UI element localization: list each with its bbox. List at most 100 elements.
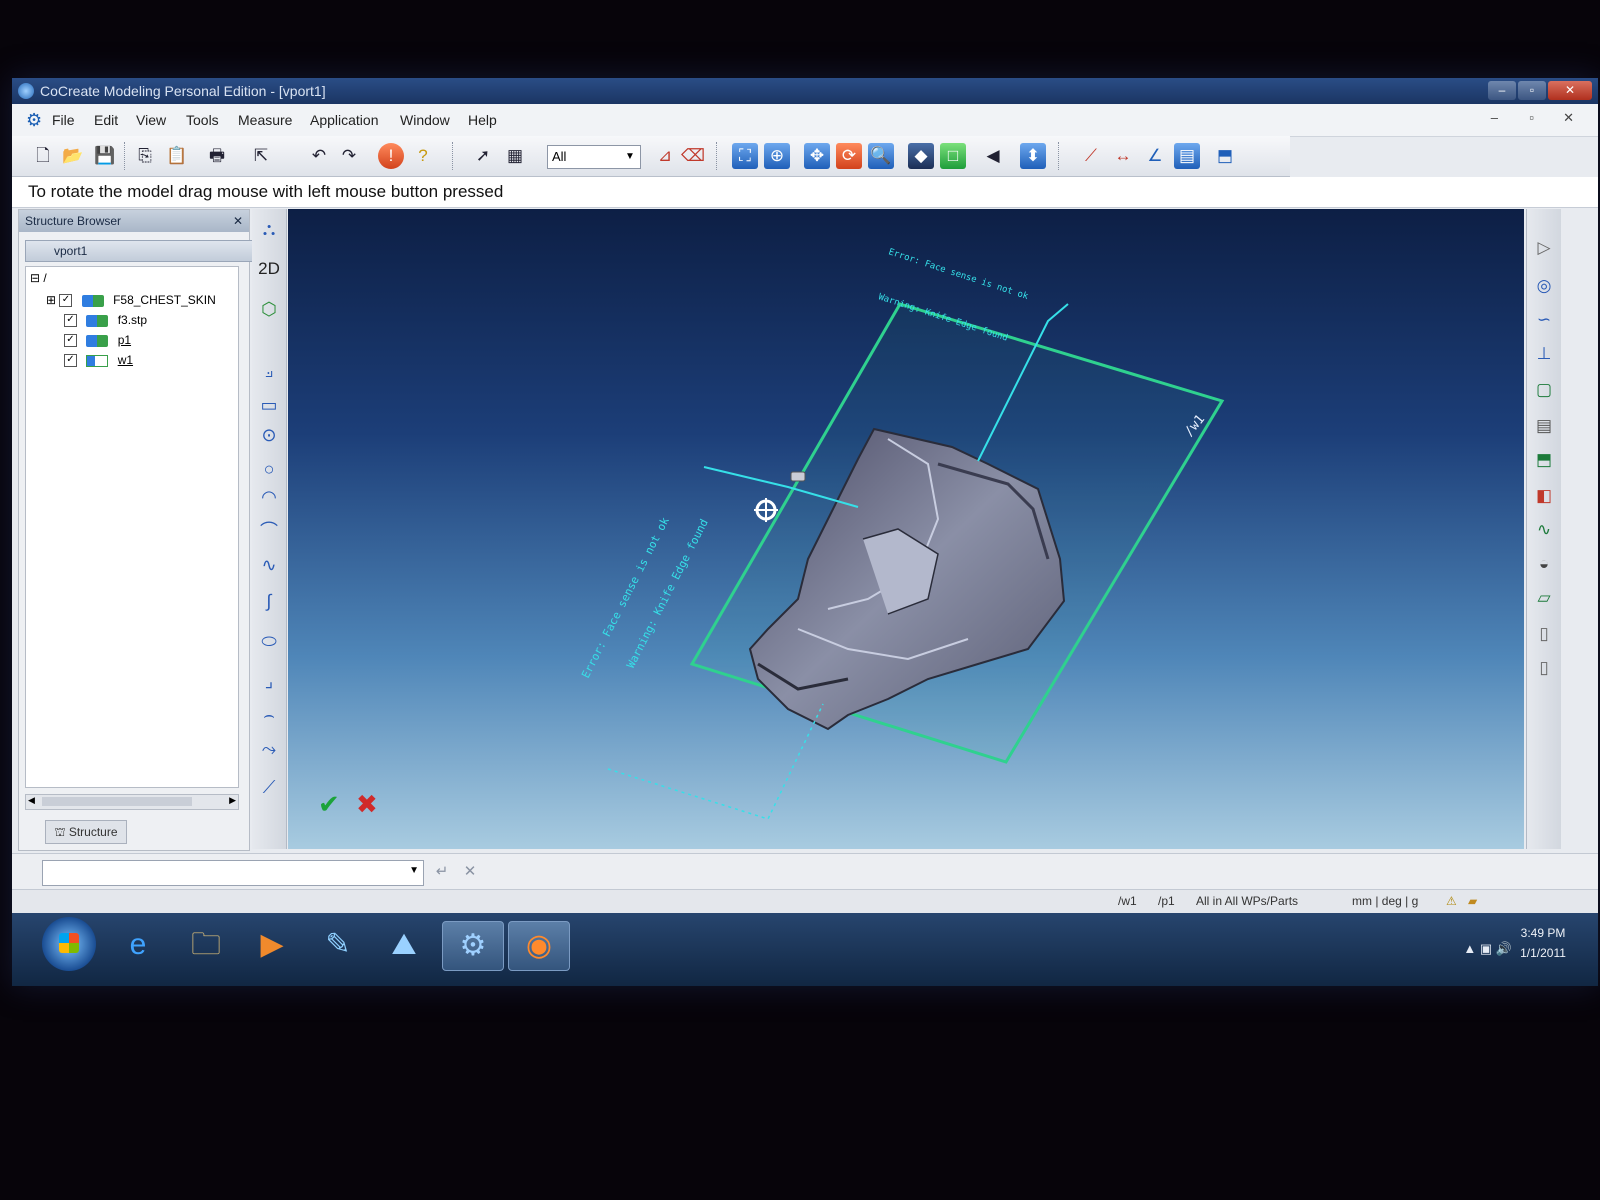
menu-file[interactable]: File: [52, 112, 75, 128]
drawing-icon[interactable]: ▯: [1533, 657, 1555, 679]
undo-icon[interactable]: ↶: [306, 143, 332, 169]
fit-view-icon[interactable]: ⛶: [732, 143, 758, 169]
bspline-icon[interactable]: ∫: [257, 589, 281, 613]
axis-icon[interactable]: ⊥: [1533, 343, 1555, 365]
scroll-left-icon[interactable]: ◀: [28, 795, 35, 806]
visibility-checkbox[interactable]: ✓: [64, 334, 77, 348]
cocreate-taskbar-icon[interactable]: ⛰: [374, 921, 434, 969]
cancel-x-icon[interactable]: ✖: [356, 789, 378, 820]
select-filter-dropdown[interactable]: All ▼: [547, 145, 641, 169]
clear-icon[interactable]: ✕: [460, 862, 480, 882]
scroll-right-icon[interactable]: ▶: [229, 795, 236, 806]
menu-view[interactable]: View: [136, 112, 166, 128]
workplane-set-icon[interactable]: ▤: [1533, 415, 1555, 437]
circle-icon[interactable]: ○: [257, 457, 281, 481]
distance-measure-icon[interactable]: ⟋: [1078, 143, 1104, 169]
visibility-checkbox[interactable]: ✓: [59, 294, 73, 308]
zoom-icon[interactable]: 🔍: [868, 143, 894, 169]
3d-mode-icon[interactable]: ⬡: [257, 297, 281, 321]
paint-icon[interactable]: ✎: [308, 921, 368, 969]
menu-tools[interactable]: Tools: [186, 112, 219, 128]
enter-icon[interactable]: ↵: [432, 862, 452, 882]
firefox-icon[interactable]: ◉: [508, 921, 570, 971]
menu-window[interactable]: Window: [400, 112, 450, 128]
tab-structure[interactable]: ⛫ Structure: [45, 820, 127, 844]
angle-measure-icon[interactable]: ∠: [1142, 143, 1168, 169]
media-player-icon[interactable]: ▶: [242, 921, 302, 969]
copy-icon[interactable]: ⎘: [132, 143, 158, 169]
hierarchy-icon[interactable]: ⛬: [257, 217, 281, 241]
3d-viewport[interactable]: Error: Face sense is not ok Warning: Kni…: [288, 209, 1524, 849]
previous-view-icon[interactable]: ◀: [980, 143, 1006, 169]
corner-icon[interactable]: ⌟: [257, 669, 281, 693]
dimension-icon[interactable]: ↔: [1110, 143, 1136, 169]
chevron-down-icon[interactable]: ▼: [409, 865, 419, 876]
feature-icon[interactable]: ▱: [1533, 587, 1555, 609]
show-hidden-icons-icon[interactable]: ▲: [1463, 941, 1476, 956]
mass-properties-icon[interactable]: ⬒: [1212, 143, 1238, 169]
select-tool-icon[interactable]: ⇱: [248, 143, 274, 169]
settings-taskbar-icon[interactable]: ⚙: [442, 921, 504, 971]
expand-panel-icon[interactable]: ▷: [1533, 237, 1555, 259]
line-icon[interactable]: ⟋: [257, 775, 281, 799]
minimize-button[interactable]: –: [1488, 81, 1516, 100]
extrude-icon[interactable]: ⬒: [1533, 449, 1555, 471]
tree-item-p1[interactable]: ✓ p1: [64, 331, 131, 349]
curve-icon[interactable]: ∽: [1533, 309, 1555, 331]
menu-edit[interactable]: Edit: [94, 112, 118, 128]
wireframe-view-icon[interactable]: □: [940, 143, 966, 169]
maximize-button[interactable]: ▫: [1518, 81, 1546, 100]
eraser-icon[interactable]: ⌫: [680, 143, 706, 169]
cut-icon[interactable]: ◧: [1533, 485, 1555, 507]
shaded-view-icon[interactable]: ◆: [908, 143, 934, 169]
app-menu-gear-icon[interactable]: ⚙: [26, 110, 42, 131]
horizontal-scrollbar[interactable]: ◀ ▶: [25, 794, 239, 810]
spline-icon[interactable]: ∿: [257, 553, 281, 577]
blend-icon[interactable]: ◒: [1533, 553, 1555, 575]
collapse-icon[interactable]: ⊟: [30, 271, 40, 285]
target-icon[interactable]: ◎: [1533, 275, 1555, 297]
close-icon[interactable]: ✕: [233, 210, 243, 232]
scrollbar-thumb[interactable]: [42, 797, 192, 806]
start-orb-icon[interactable]: [42, 917, 96, 971]
pan-icon[interactable]: ✥: [804, 143, 830, 169]
mdi-minimize-button[interactable]: –: [1491, 110, 1498, 125]
expand-icon[interactable]: ⊞: [46, 293, 59, 307]
visibility-checkbox[interactable]: ✓: [64, 314, 77, 328]
filter-list-icon[interactable]: ▦: [502, 143, 528, 169]
save-icon[interactable]: 💾: [92, 143, 118, 169]
polyline-icon[interactable]: ⟓: [257, 359, 281, 383]
taskbar-clock[interactable]: 3:49 PM 1/1/2011: [1508, 923, 1578, 963]
close-button[interactable]: ✕: [1548, 81, 1592, 100]
info-icon[interactable]: !: [378, 143, 404, 169]
workplane-icon[interactable]: ▢: [1533, 379, 1555, 401]
calculator-icon[interactable]: ▤: [1174, 143, 1200, 169]
mdi-close-button[interactable]: ✕: [1563, 110, 1574, 126]
tree-root[interactable]: ⊟ /: [30, 269, 47, 287]
rectangle-icon[interactable]: ▭: [257, 393, 281, 417]
internet-explorer-icon[interactable]: e: [108, 921, 168, 969]
pointer-icon[interactable]: ➚: [470, 143, 496, 169]
ok-checkmark-icon[interactable]: ✔: [318, 789, 340, 820]
open-folder-icon[interactable]: 📂: [60, 143, 86, 169]
arc-tangent-icon[interactable]: ⌒: [257, 519, 281, 543]
section-view-icon[interactable]: ⬍: [1020, 143, 1046, 169]
rotate-view-icon[interactable]: ⟳: [836, 143, 862, 169]
arc-icon[interactable]: ◠: [257, 485, 281, 509]
tree-item-f3-stp[interactable]: ✓ f3.stp: [64, 311, 147, 329]
trim-icon[interactable]: ⤳: [257, 737, 281, 761]
tray-extra-icon[interactable]: ▰: [1468, 894, 1477, 908]
file-explorer-icon[interactable]: 🗀: [176, 921, 236, 969]
menu-application[interactable]: Application: [310, 112, 379, 128]
slot-icon[interactable]: ⬭: [257, 629, 281, 653]
menu-measure[interactable]: Measure: [238, 112, 292, 128]
measure-tool-icon[interactable]: ⊿: [652, 143, 678, 169]
network-icon[interactable]: ▣: [1480, 941, 1492, 956]
menu-help[interactable]: Help: [468, 112, 497, 128]
print-icon[interactable]: 🖶: [204, 143, 230, 169]
command-input[interactable]: ▼: [42, 860, 424, 886]
visibility-checkbox[interactable]: ✓: [64, 354, 77, 368]
tree-item-w1[interactable]: ✓ w1: [64, 351, 133, 369]
fillet-icon[interactable]: ⌢: [257, 703, 281, 727]
viewport-selector[interactable]: vport1: [25, 240, 255, 262]
